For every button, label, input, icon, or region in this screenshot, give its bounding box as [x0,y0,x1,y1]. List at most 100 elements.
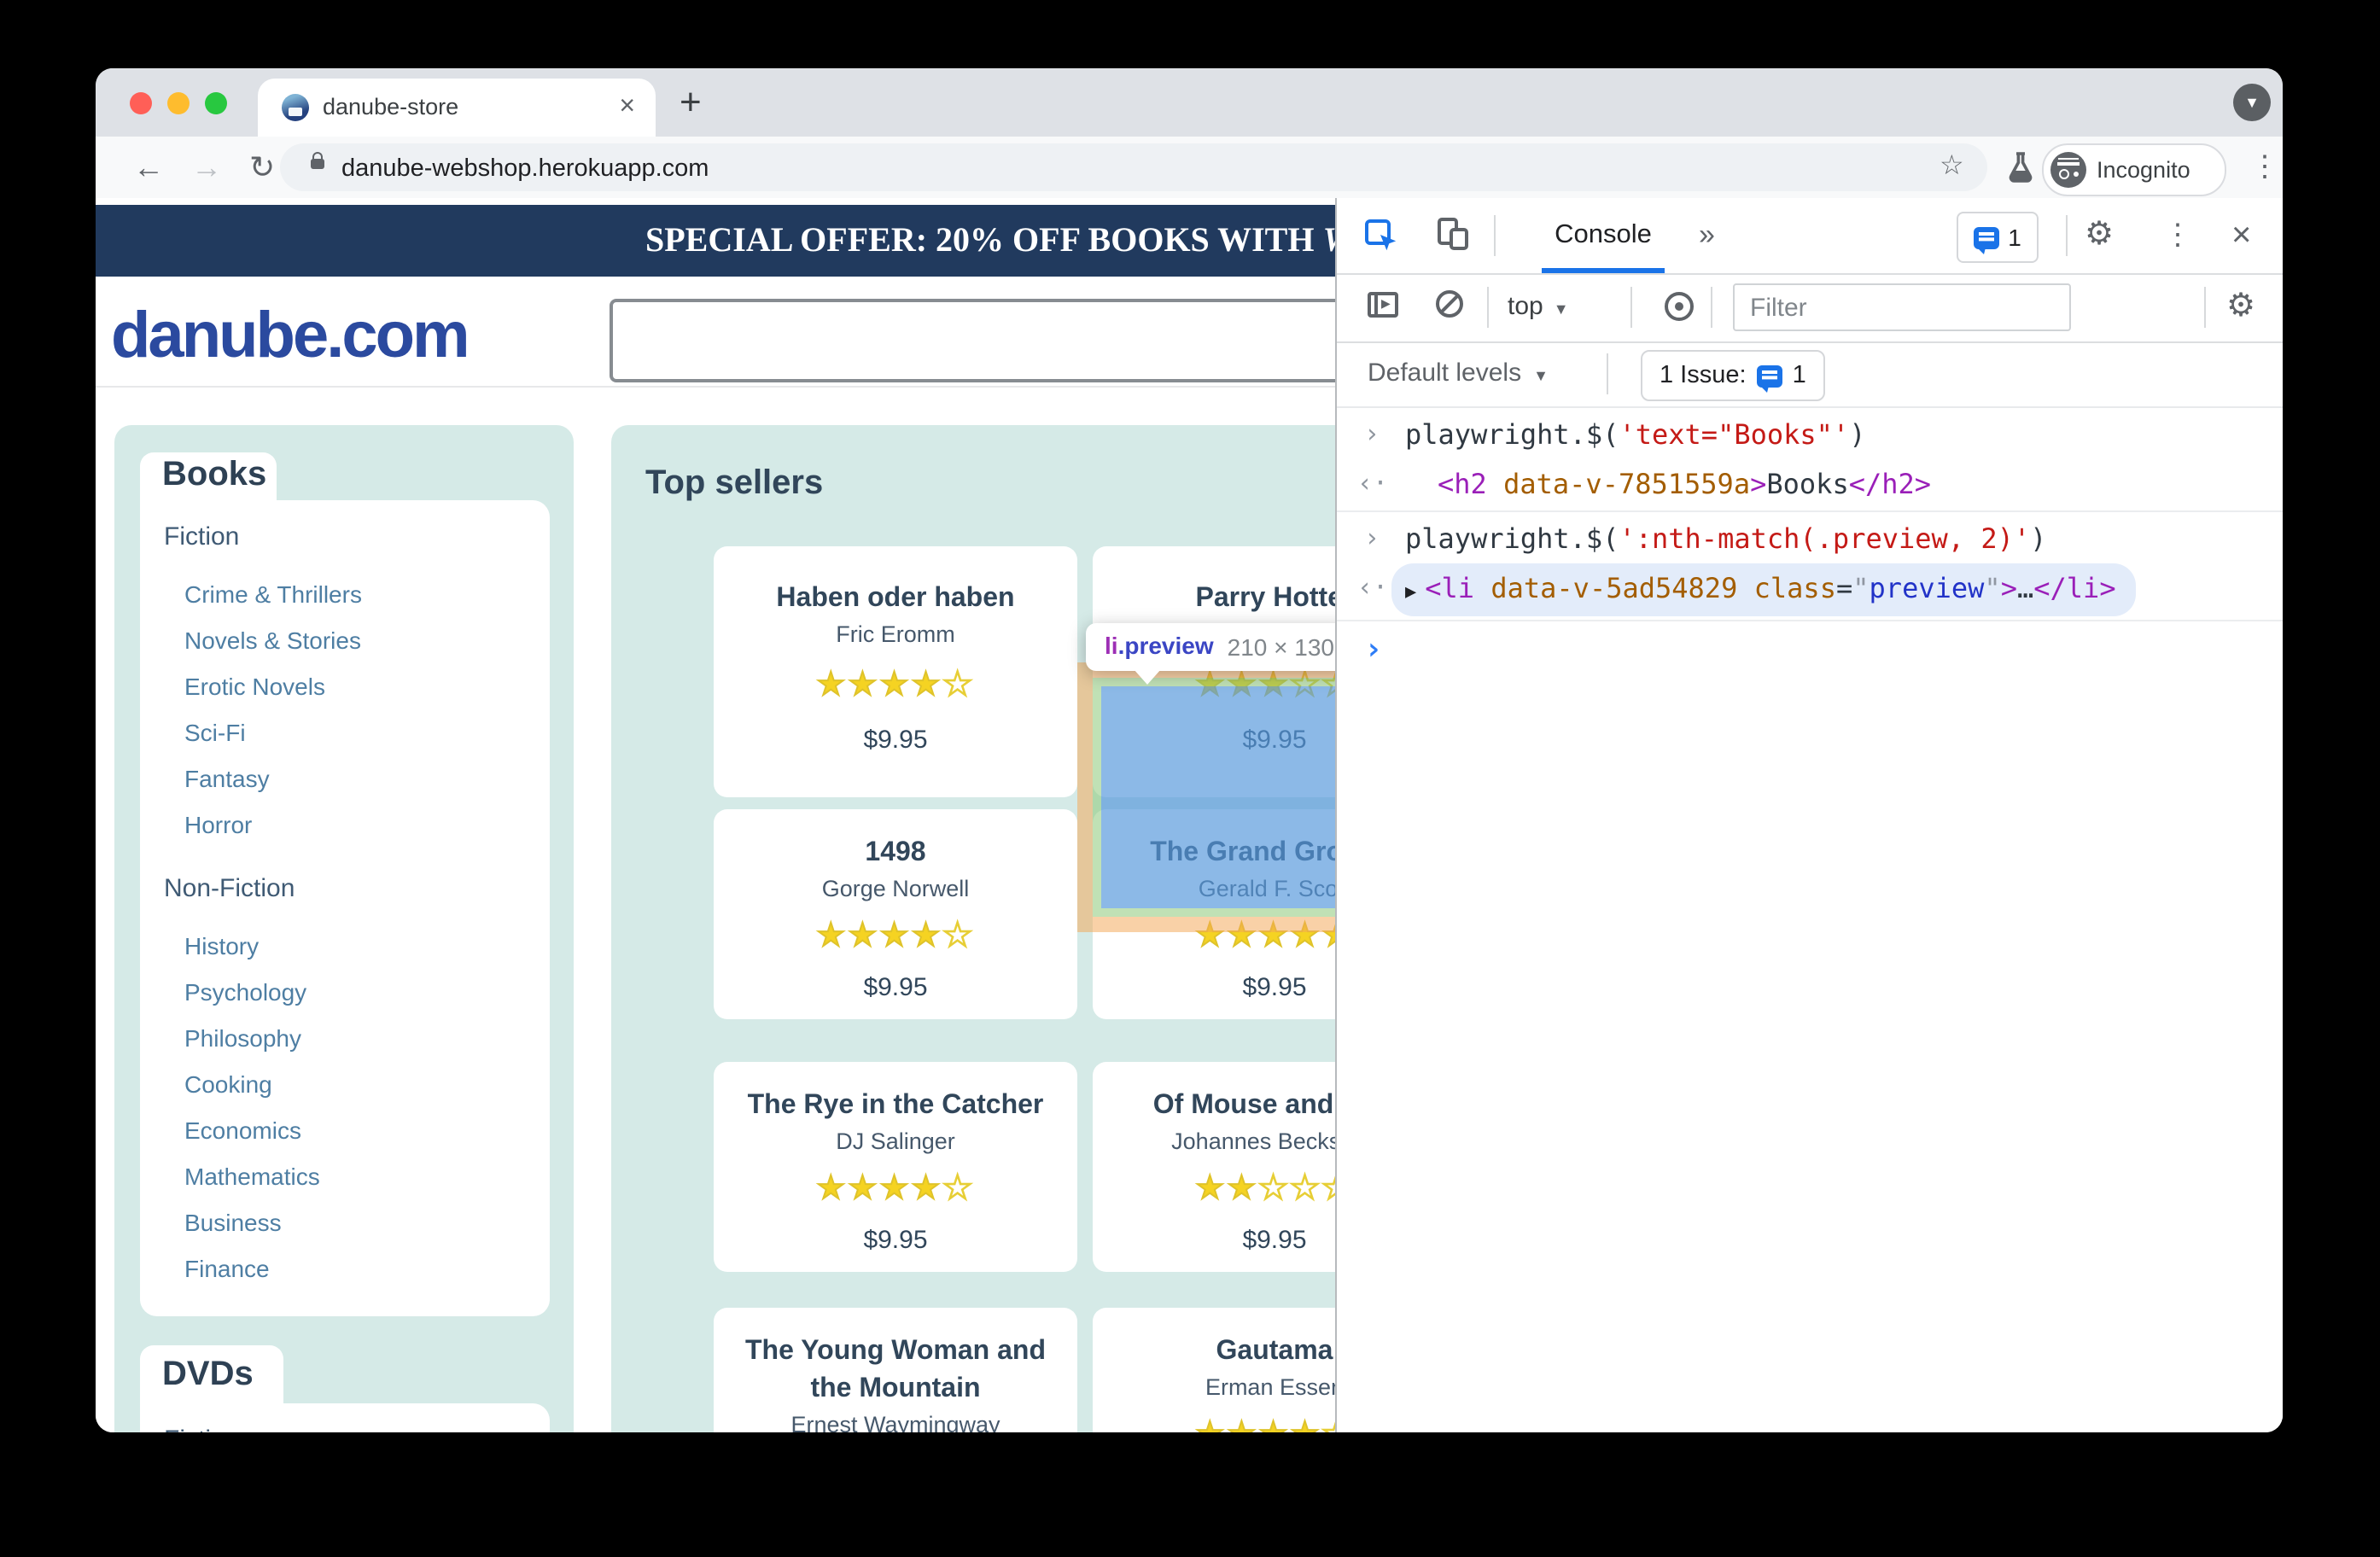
sidebar-section-label: Non-Fiction [164,874,295,903]
toolbar-divider [1487,287,1489,328]
dvds-section-label: Fiction [164,1424,526,1432]
sidebar-dvds-card: Fiction [140,1403,550,1432]
sidebar-category-link[interactable]: Finance [164,1246,526,1292]
close-window-button[interactable] [130,92,152,114]
console-token: class [1753,572,1836,604]
product-card[interactable]: The Rye in the Catcher DJ Salinger ★★★★★ $9… [714,1062,1077,1272]
sidebar-category-link[interactable]: Mathematics [164,1154,526,1200]
star-filled-icon: ★ [911,918,943,954]
product-price: $9.95 [863,726,928,755]
console-command: › playwright.$('text="Books"') [1337,410,2283,459]
issue-pill-count: 1 [1792,362,1806,389]
tab-favicon-icon [282,94,309,121]
tab-strip: danube-store × + ▼ [96,68,2283,137]
clear-console-icon[interactable] [1436,290,1463,318]
console-filter-input[interactable] [1733,283,2071,331]
issues-button[interactable]: 1 [1957,212,2039,263]
result-arrow-icon: ‹· [1357,572,1389,603]
sidebar-books-tab[interactable]: Books [140,452,277,500]
live-expression-eye-icon[interactable] [1665,292,1694,321]
tab-search-chevron-icon[interactable]: ▼ [2233,84,2271,121]
sidebar-category-link[interactable]: Business [164,1200,526,1246]
console-prompt[interactable]: › [1337,625,2283,674]
sidebar-category-link[interactable]: Horror [164,802,526,848]
sidebar-category-link[interactable]: History [164,924,526,970]
console-sidebar-toggle-icon[interactable] [1368,292,1398,318]
star-filled-icon: ★ [1226,1417,1258,1432]
forward-button[interactable]: → [191,137,222,198]
devtools-main-toolbar: Console » 1 ⚙ ⋮ × [1337,198,2283,275]
inspect-tooltip-arrow [1134,669,1161,685]
devtools-tab-console[interactable]: Console [1535,198,1671,273]
address-bar[interactable]: ☆ [280,143,1987,195]
console-token: data-v-7851559a [1503,468,1751,500]
sidebar-category-link[interactable]: Fantasy [164,756,526,802]
browser-menu-icon[interactable]: ⋮ [2250,137,2279,198]
product-card[interactable]: The Young Woman and the Mountain Ernest W… [714,1308,1077,1432]
tab-close-icon[interactable]: × [619,79,635,137]
console-token: </h2> [1848,468,1932,500]
devtools-close-icon[interactable]: × [2231,198,2251,273]
console-log[interactable]: › playwright.$('text="Books"') ‹· <h2 da… [1337,406,2283,1432]
sidebar-category-link[interactable]: Cooking [164,1062,526,1108]
sidebar-category-link[interactable]: Crime & Thrillers [164,572,526,618]
sidebar-category-link[interactable]: Sci-Fi [164,710,526,756]
site-logo[interactable]: danube.com [111,300,470,374]
console-token: <h2 [1438,468,1487,500]
more-tabs-icon[interactable]: » [1699,198,1715,273]
console-result[interactable]: ‹· <h2 data-v-7851559a>Books</h2> [1337,459,2283,509]
device-toolbar-icon[interactable] [1436,217,1470,251]
toolbar-divider [1711,287,1712,328]
browser-tab[interactable]: danube-store × [258,79,656,137]
incognito-badge[interactable]: Incognito [2042,143,2226,195]
star-filled-icon: ★ [815,668,849,703]
lock-icon [311,152,324,169]
sidebar-category-link[interactable]: Economics [164,1108,526,1154]
url-input[interactable] [338,143,1881,195]
console-token: </li> [2033,572,2116,604]
issue-pill-button[interactable]: 1 Issue: 1 [1641,350,1825,401]
experiments-flask-icon[interactable] [2008,152,2033,183]
command-chevron-icon: › [1364,522,1380,553]
sidebar-category-link[interactable]: Philosophy [164,1016,526,1062]
devtools-settings-gear-icon[interactable]: ⚙ [2085,198,2114,273]
console-result[interactable]: ‹· ▶ <li data-v-5ad54829 class="preview">… [1337,563,2283,616]
star-filled-icon: ★ [1290,1417,1322,1432]
inspect-tooltip-tag: li [1105,632,1118,659]
hovered-result-highlight[interactable]: ▶ <li data-v-5ad54829 class="preview">…</… [1391,563,2137,616]
console-entry-divider [1337,620,2283,621]
console-token: <li [1425,572,1475,604]
product-title: Haben oder haben [776,584,1015,613]
back-button[interactable]: ← [133,137,164,198]
screen: danube-store × + ▼ ← → ↻ ☆ Incognito ⋮ [0,0,2380,1557]
issues-bubble-icon [1974,226,2000,254]
inspect-element-icon[interactable] [1364,219,1398,253]
bookmark-star-icon[interactable]: ☆ [1940,143,1964,191]
minimize-window-button[interactable] [167,92,190,114]
sidebar-category-link[interactable]: Psychology [164,970,526,1016]
sidebar-dvds-tab[interactable]: DVDs [140,1345,283,1403]
sidebar-category-link[interactable]: Erotic Novels [164,664,526,710]
console-token: playwright.$( [1405,418,1619,451]
zoom-window-button[interactable] [205,92,227,114]
product-card[interactable]: Haben oder haben Fric Eromm ★★★★★ $9.95 [714,546,1077,797]
star-filled-icon: ★ [911,668,943,703]
product-card[interactable]: 1498 Gorge Norwell ★★★★★ $9.95 [714,809,1077,1019]
expand-triangle-icon[interactable]: ▶ [1405,580,1416,603]
tab-title: danube-store [323,94,459,120]
star-filled-icon: ★ [815,1171,849,1207]
browser-window: danube-store × + ▼ ← → ↻ ☆ Incognito ⋮ [96,68,2283,1432]
devtools-menu-icon[interactable]: ⋮ [2163,198,2192,273]
log-levels-dropdown[interactable]: Default levels ▼ [1368,341,1549,408]
context-selector[interactable]: top ▼ [1508,273,1569,343]
console-token: = [1835,572,1853,604]
sidebar-category-link[interactable]: Novels & Stories [164,618,526,664]
incognito-label: Incognito [2097,156,2190,182]
console-settings-gear-icon[interactable]: ⚙ [2226,273,2255,341]
product-title: The Rye in the Catcher [747,1091,1044,1120]
reload-button[interactable]: ↻ [249,137,275,198]
console-token: 'text="Books"' [1619,418,1850,451]
console-token: > [2000,572,2017,604]
new-tab-button[interactable]: + [680,68,702,137]
product-price: $9.95 [863,1226,928,1255]
